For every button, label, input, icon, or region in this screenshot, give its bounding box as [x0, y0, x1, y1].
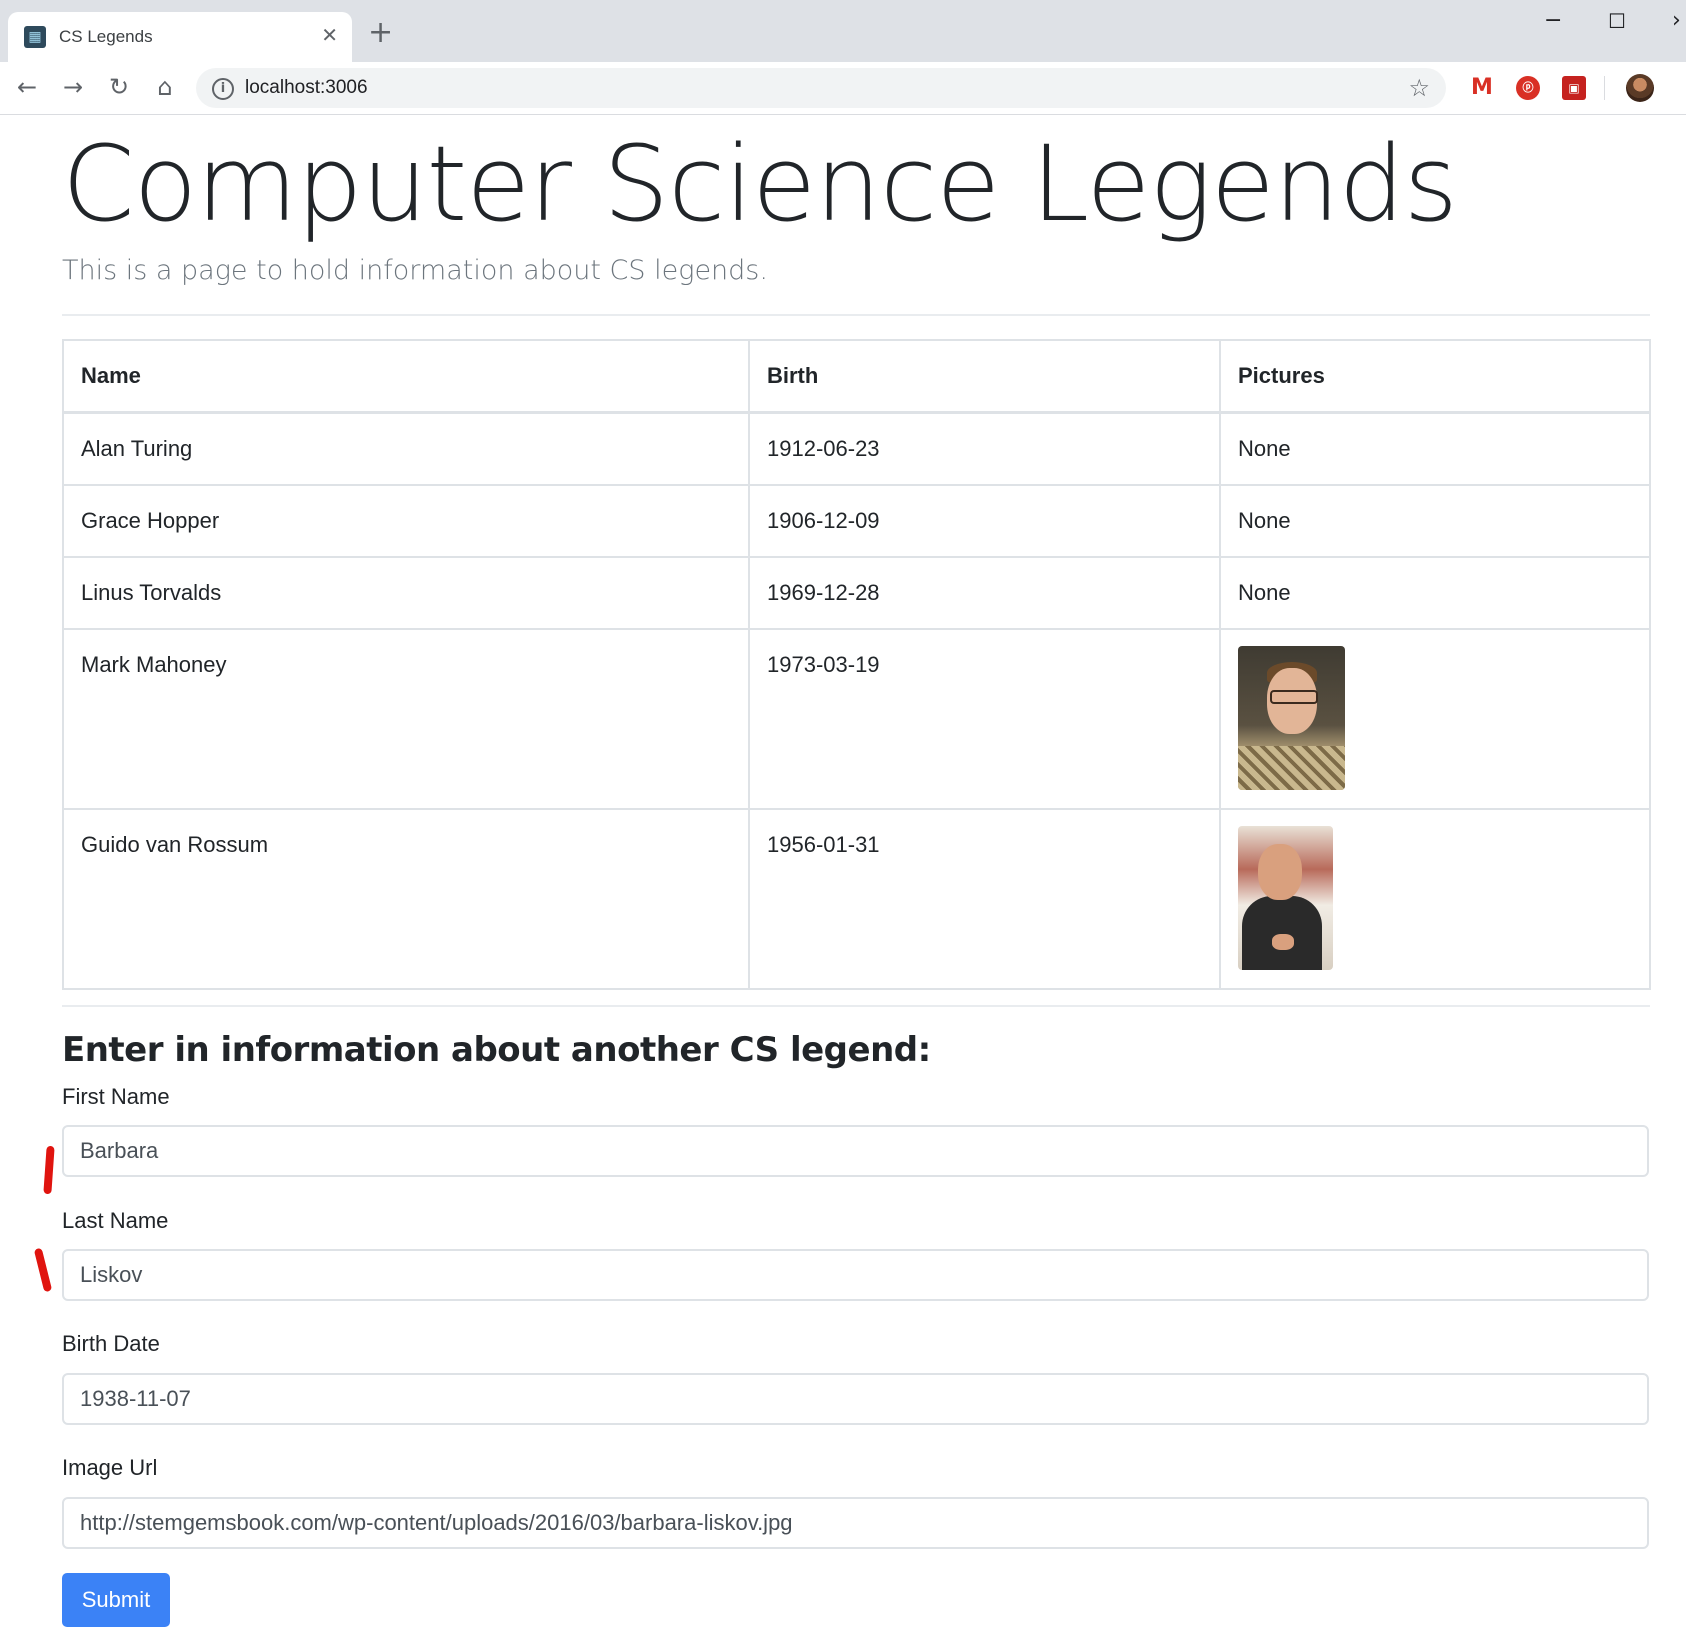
cell-name: Guido van Rossum	[62, 808, 750, 990]
table-row: Mark Mahoney 1973-03-19	[62, 628, 1651, 810]
last-name-input[interactable]	[62, 1249, 1649, 1301]
table-header-row: Name Birth Pictures	[62, 339, 1651, 414]
cell-name-text: Mark Mahoney	[81, 652, 227, 677]
cell-birth: 1973-03-19	[748, 628, 1221, 810]
cell-picture	[1219, 628, 1651, 810]
table-row: Guido van Rossum 1956-01-31	[62, 808, 1651, 990]
first-name-input[interactable]	[62, 1125, 1649, 1177]
toolbar-divider	[1604, 76, 1605, 100]
last-name-label: Last Name	[62, 1208, 169, 1233]
cell-picture: None	[1219, 484, 1651, 558]
cell-picture	[1219, 808, 1651, 990]
cell-name-text: Guido van Rossum	[81, 832, 269, 857]
cell-birth: 1956-01-31	[748, 808, 1221, 990]
new-tab-button[interactable]: +	[368, 18, 393, 48]
home-icon[interactable]: ⌂	[150, 72, 180, 102]
cell-birth: 1906-12-09	[748, 484, 1221, 558]
extension-icon[interactable]: ⓟ	[1516, 76, 1540, 100]
portrait-photo-mark-mahoney	[1238, 646, 1345, 790]
birth-date-label: Birth Date	[62, 1331, 160, 1356]
cell-name: Grace Hopper	[62, 484, 750, 558]
browser-tabstrip: ▦ CS Legends ✕ + − ☐ ›	[0, 0, 1686, 62]
form-heading: Enter in information about another CS le…	[62, 1030, 931, 1070]
header-pictures: Pictures	[1219, 339, 1651, 414]
cell-name: Linus Torvalds	[62, 556, 750, 630]
pdf-icon[interactable]: ▣	[1562, 76, 1586, 100]
cell-picture: None	[1219, 556, 1651, 630]
birth-date-input[interactable]	[62, 1373, 1649, 1425]
page-lead: This is a page to hold information about…	[62, 255, 768, 286]
image-url-input[interactable]	[62, 1497, 1649, 1549]
forward-icon[interactable]: →	[58, 72, 88, 102]
profile-avatar[interactable]	[1626, 74, 1654, 102]
back-icon[interactable]: ←	[12, 72, 42, 102]
gmail-icon[interactable]: M	[1470, 76, 1494, 100]
divider	[62, 1005, 1650, 1007]
maximize-icon[interactable]: ☐	[1608, 10, 1626, 32]
reload-icon[interactable]: ↻	[104, 72, 134, 102]
table-row: Grace Hopper 1906-12-09 None	[62, 484, 1651, 558]
image-url-label: Image Url	[62, 1455, 158, 1480]
browser-tab[interactable]: ▦ CS Legends ✕	[8, 12, 352, 62]
url-text[interactable]: localhost:3006	[245, 77, 368, 99]
bookmark-star-icon[interactable]: ☆	[1408, 74, 1430, 102]
portrait-photo-guido-van-rossum	[1238, 826, 1333, 970]
annotation-mark-first-name	[43, 1145, 55, 1195]
close-window-icon[interactable]: ›	[1672, 10, 1681, 32]
table-row: Linus Torvalds 1969-12-28 None	[62, 556, 1651, 630]
close-tab-icon[interactable]: ✕	[321, 24, 338, 46]
cell-name: Mark Mahoney	[62, 628, 750, 810]
minimize-icon[interactable]: −	[1544, 10, 1562, 32]
cell-name: Alan Turing	[62, 411, 750, 486]
address-bar[interactable]: i localhost:3006 ☆	[196, 68, 1446, 108]
annotation-mark-last-name	[33, 1247, 53, 1293]
first-name-label: First Name	[62, 1084, 170, 1109]
divider	[62, 314, 1650, 316]
cell-birth: 1912-06-23	[748, 411, 1221, 486]
cell-birth: 1969-12-28	[748, 556, 1221, 630]
cell-picture: None	[1219, 411, 1651, 486]
menu-icon[interactable]: ⋮	[1676, 72, 1686, 102]
header-name: Name	[62, 339, 750, 414]
cell-birth-text: 1973-03-19	[767, 652, 880, 677]
favicon-icon: ▦	[24, 26, 46, 48]
site-info-icon[interactable]: i	[212, 78, 234, 100]
cell-birth-text: 1956-01-31	[767, 832, 880, 857]
legends-table: Name Birth Pictures Alan Turing 1912-06-…	[62, 339, 1651, 990]
header-birth: Birth	[748, 339, 1221, 414]
tab-title: CS Legends	[59, 27, 153, 46]
submit-button[interactable]: Submit	[62, 1573, 170, 1627]
browser-toolbar: ← → ↻ ⌂ i localhost:3006 ☆ M ⓟ ▣ ⋮	[0, 62, 1686, 115]
table-row: Alan Turing 1912-06-23 None	[62, 411, 1651, 486]
page-title: Computer Science Legends	[62, 123, 1458, 245]
